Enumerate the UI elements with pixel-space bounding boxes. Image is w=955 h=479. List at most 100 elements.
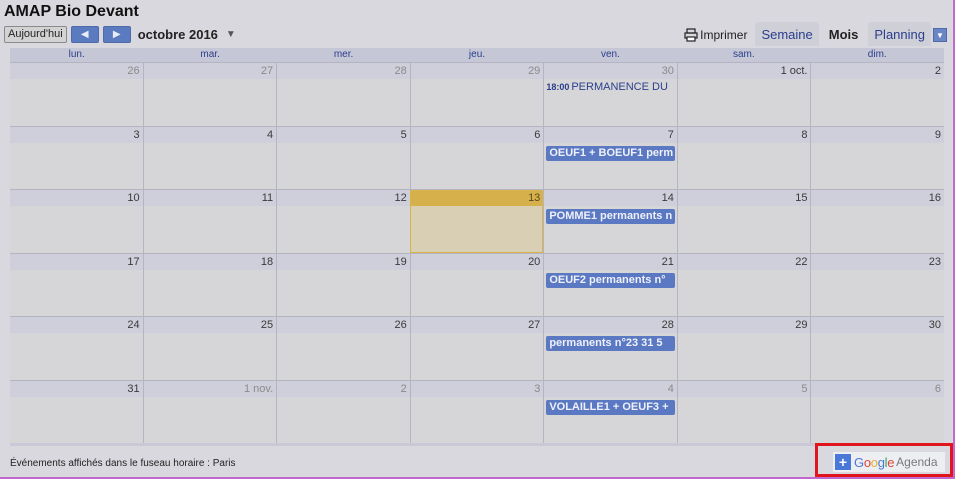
day-cell[interactable]: 17 [10, 253, 143, 316]
day-number[interactable]: 7 [544, 126, 677, 143]
day-cell[interactable]: 16 [810, 190, 945, 253]
day-cell[interactable]: 1 oct. [676, 63, 811, 126]
tab-month[interactable]: Mois [822, 22, 865, 46]
day-number[interactable]: 8 [677, 126, 811, 143]
day-number[interactable]: 6 [811, 380, 945, 397]
day-number[interactable]: 3 [410, 380, 544, 397]
day-number[interactable]: 4 [143, 126, 277, 143]
event-chip[interactable]: OEUF2 permanents n° [546, 272, 675, 288]
day-number[interactable]: 28 [544, 317, 677, 333]
day-cell[interactable]: 27 [409, 317, 544, 380]
day-cell[interactable]: 10 [10, 190, 143, 253]
day-cell[interactable]: 30 [810, 317, 945, 380]
day-cell[interactable]: 6 [409, 126, 544, 189]
day-number[interactable]: 12 [277, 190, 410, 206]
day-cell[interactable]: 28 permanents n°23 31 5 [543, 317, 677, 380]
day-number[interactable]: 1 nov. [143, 380, 277, 397]
day-number[interactable]: 26 [10, 63, 143, 79]
day-cell[interactable]: 29 [409, 63, 544, 126]
day-cell[interactable]: 26 [10, 63, 143, 126]
day-cell[interactable]: 20 [409, 253, 544, 316]
day-number[interactable]: 30 [811, 317, 945, 333]
day-cell[interactable]: 12 [276, 190, 410, 253]
day-number[interactable]: 2 [277, 380, 410, 397]
day-number[interactable]: 27 [143, 63, 277, 79]
day-number[interactable]: 29 [677, 317, 811, 333]
day-number[interactable]: 30 [544, 63, 677, 79]
day-cell[interactable]: 19 [276, 253, 410, 316]
day-number[interactable]: 2 [811, 63, 945, 79]
day-number[interactable]: 11 [143, 190, 277, 206]
tab-agenda[interactable]: Planning [868, 22, 931, 46]
day-number[interactable]: 23 [811, 253, 945, 270]
day-cell[interactable]: 30 18:00 PERMANENCE DU [543, 63, 677, 126]
event-chip[interactable]: permanents n°23 31 5 [546, 336, 675, 351]
day-number[interactable]: 5 [277, 126, 410, 143]
day-cell[interactable]: 22 [676, 253, 811, 316]
day-cell[interactable]: 27 [142, 63, 277, 126]
day-number[interactable]: 26 [277, 317, 410, 333]
day-cell[interactable]: 6 [810, 380, 945, 443]
day-cell[interactable]: 4 VOLAILLE1 + OEUF3 + [543, 380, 677, 443]
day-cell[interactable]: 5 [276, 126, 410, 189]
day-number[interactable]: 13 [410, 190, 544, 206]
day-cell[interactable]: 1 nov. [142, 380, 277, 443]
event-chip[interactable]: POMME1 permanents n [546, 209, 675, 224]
day-number[interactable]: 15 [677, 190, 811, 206]
day-cell[interactable]: 3 [10, 126, 143, 189]
event-chip[interactable]: OEUF1 + BOEUF1 perm [546, 145, 675, 161]
day-cell[interactable]: 31 [10, 380, 143, 443]
day-cell[interactable]: 5 [676, 380, 811, 443]
day-cell-today[interactable]: 13 [409, 190, 544, 253]
google-agenda-button[interactable]: + Google Agenda [833, 452, 945, 472]
day-number[interactable]: 5 [677, 380, 811, 397]
day-cell[interactable]: 9 [810, 126, 945, 189]
print-button[interactable]: Imprimer [684, 24, 747, 46]
day-cell[interactable]: 2 [810, 63, 945, 126]
day-number[interactable]: 25 [143, 317, 277, 333]
day-number[interactable]: 18 [143, 253, 277, 270]
day-number[interactable]: 19 [277, 253, 410, 270]
day-cell[interactable]: 23 [810, 253, 945, 316]
day-number[interactable]: 6 [410, 126, 544, 143]
day-number[interactable]: 31 [10, 380, 143, 397]
day-number[interactable]: 1 oct. [677, 63, 811, 79]
day-cell[interactable]: 3 [409, 380, 544, 443]
event-item[interactable]: 18:00 PERMANENCE DU [546, 81, 675, 93]
day-cell[interactable]: 14 POMME1 permanents n [543, 190, 677, 253]
day-number[interactable]: 27 [410, 317, 544, 333]
day-number[interactable]: 4 [544, 380, 677, 397]
previous-month-button[interactable]: ◀ [70, 25, 99, 43]
chevron-down-icon[interactable]: ▼ [226, 29, 236, 40]
day-cell[interactable]: 4 [142, 126, 277, 189]
day-cell[interactable]: 18 [142, 253, 277, 316]
next-month-button[interactable]: ▶ [102, 25, 131, 43]
day-number[interactable]: 28 [277, 63, 410, 79]
day-number[interactable]: 16 [811, 190, 945, 206]
day-cell[interactable]: 15 [676, 190, 811, 253]
event-chip[interactable]: VOLAILLE1 + OEUF3 + [546, 399, 675, 415]
day-number[interactable]: 22 [677, 253, 811, 270]
day-cell[interactable]: 11 [142, 190, 277, 253]
day-cell[interactable]: 28 [276, 63, 410, 126]
day-number[interactable]: 20 [410, 253, 544, 270]
day-cell[interactable]: 7 OEUF1 + BOEUF1 perm [543, 126, 677, 189]
day-number[interactable]: 24 [10, 317, 143, 333]
day-number[interactable]: 21 [544, 253, 677, 270]
tab-week[interactable]: Semaine [755, 22, 819, 46]
day-number[interactable]: 10 [10, 190, 143, 206]
day-cell[interactable]: 25 [142, 317, 277, 380]
today-button[interactable]: Aujourd'hui [4, 25, 67, 43]
day-number[interactable]: 14 [544, 190, 677, 206]
day-cell[interactable]: 8 [676, 126, 811, 189]
day-cell[interactable]: 26 [276, 317, 410, 380]
day-cell[interactable]: 2 [276, 380, 410, 443]
day-cell[interactable]: 21 OEUF2 permanents n° [543, 253, 677, 316]
day-cell[interactable]: 24 [10, 317, 143, 380]
day-number[interactable]: 29 [410, 63, 544, 79]
day-number[interactable]: 17 [10, 253, 143, 270]
day-cell[interactable]: 29 [676, 317, 811, 380]
day-number[interactable]: 3 [10, 126, 143, 143]
view-dropdown-button[interactable]: ▼ [933, 28, 947, 42]
day-number[interactable]: 9 [811, 126, 945, 143]
